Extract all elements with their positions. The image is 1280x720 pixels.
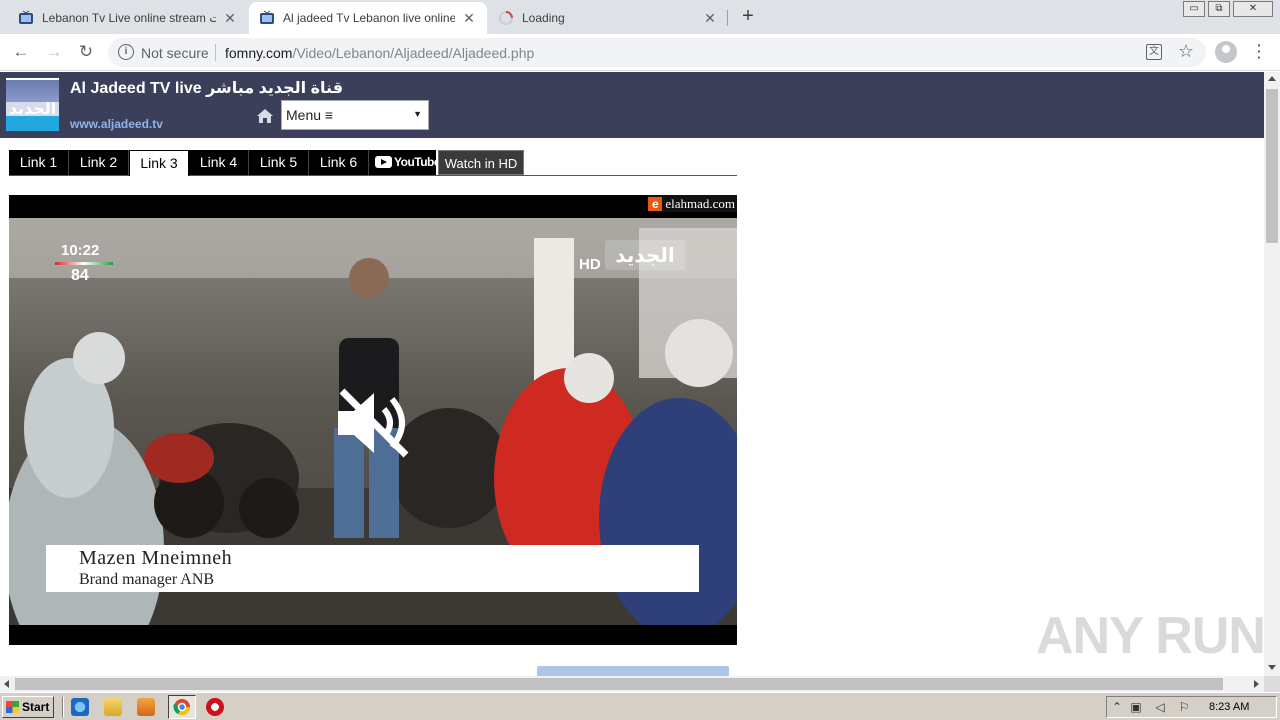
browser-toolbar: ← → ↻ i Not secure fomny.com/Video/Leban… xyxy=(0,34,1280,71)
new-tab-button[interactable]: + xyxy=(737,6,759,28)
tab-title: Lebanon Tv Live online stream قنوات xyxy=(42,11,216,25)
close-tab-icon[interactable]: ✕ xyxy=(461,10,477,27)
tv-favicon-icon xyxy=(18,10,34,26)
volume-icon[interactable]: ◁ xyxy=(1153,700,1167,714)
source-watermark[interactable]: e elahmad.com xyxy=(648,195,737,212)
taskbar-separator xyxy=(62,697,64,717)
menu-dropdown-label: Menu ≡ xyxy=(286,107,334,123)
folder-icon[interactable] xyxy=(104,698,122,716)
stream-link-3[interactable]: Link 3 xyxy=(129,150,189,176)
home-icon[interactable] xyxy=(256,108,274,124)
flag-underline xyxy=(55,262,113,265)
address-bar[interactable]: i Not secure fomny.com/Video/Lebanon/Alj… xyxy=(108,38,1206,67)
chevron-down-icon: ▼ xyxy=(413,109,422,119)
bookmark-star-icon[interactable]: ☆ xyxy=(1178,41,1194,62)
site-title: Al Jadeed TV live قناة الجديد مباشر xyxy=(70,80,344,97)
info-icon[interactable]: i xyxy=(118,44,134,60)
windows-taskbar: Start ⌃ ▣ ◁ ⚐ 8:23 AM xyxy=(0,692,1280,720)
video-frame[interactable]: 10:22 84 HD الجديد Mazen Mneimneh Brand … xyxy=(9,218,737,625)
vertical-scrollbar[interactable] xyxy=(1264,72,1280,676)
tab-title: Al jadeed Tv Lebanon live online stream xyxy=(283,11,455,25)
security-label: Not secure xyxy=(141,45,209,61)
menu-dropdown[interactable]: Menu ≡ ▼ xyxy=(281,100,429,130)
anyrun-watermark: ANY RUN xyxy=(1036,607,1266,665)
opera-icon[interactable] xyxy=(206,698,224,716)
stream-link-2[interactable]: Link 2 xyxy=(69,150,129,175)
scroll-left-icon[interactable] xyxy=(4,680,9,688)
windows-logo-icon xyxy=(6,701,19,713)
scroll-right-icon[interactable] xyxy=(1254,680,1259,688)
network-icon[interactable]: ▣ xyxy=(1129,700,1143,714)
aljadeed-logo[interactable]: الجديد xyxy=(6,78,59,131)
reload-button[interactable]: ↻ xyxy=(75,42,97,64)
close-tab-icon[interactable]: ✕ xyxy=(222,10,238,27)
loading-spinner-icon xyxy=(498,10,514,26)
action-center-flag-icon[interactable]: ⚐ xyxy=(1177,700,1191,714)
media-player-icon[interactable] xyxy=(137,698,155,716)
start-button[interactable]: Start xyxy=(2,696,54,718)
close-window-button[interactable]: ✕ xyxy=(1233,1,1273,17)
start-label: Start xyxy=(22,700,50,714)
omnibox-separator xyxy=(215,44,216,61)
tv-favicon-icon xyxy=(259,10,275,26)
horizontal-scrollbar[interactable] xyxy=(0,676,1264,692)
video-player[interactable]: e elahmad.com 10:22 84 HD الجديد Mazen M… xyxy=(9,195,737,645)
browser-tab-aljadeed[interactable]: Al jadeed Tv Lebanon live online stream … xyxy=(249,2,487,34)
profile-avatar-icon[interactable] xyxy=(1215,41,1237,63)
stream-link-6[interactable]: Link 6 xyxy=(309,150,369,175)
url-host: fomny.com xyxy=(225,45,293,61)
channel-hd-label: HD xyxy=(579,256,601,273)
clock-text: 10:22 xyxy=(61,242,100,259)
browser-menu-icon[interactable]: ⋮ xyxy=(1250,40,1268,64)
partially-visible-button[interactable] xyxy=(537,666,729,676)
lower-third-caption: Mazen Mneimneh Brand manager ANB xyxy=(46,545,699,592)
page-viewport: الجديد Al Jadeed TV live قناة الجديد مبا… xyxy=(0,72,1264,676)
browser-tab-loading[interactable]: Loading ✕ xyxy=(488,2,728,34)
system-tray: ⌃ ▣ ◁ ⚐ 8:23 AM xyxy=(1106,696,1277,718)
stream-link-4[interactable]: Link 4 xyxy=(189,150,249,175)
channel-logo-text: الجديد xyxy=(605,240,685,270)
url-text[interactable]: fomny.com/Video/Lebanon/Aljadeed/Aljadee… xyxy=(225,45,534,61)
tab-separator xyxy=(727,10,728,26)
forward-button[interactable]: → xyxy=(43,42,65,64)
minimize-button[interactable]: ▭ xyxy=(1183,1,1205,17)
logo-text: الجديد xyxy=(6,101,59,117)
browser-tab-strip: Lebanon Tv Live online stream قنوات ✕ Al… xyxy=(0,0,1280,34)
stream-link-1[interactable]: Link 1 xyxy=(9,150,69,175)
horizontal-scroll-thumb[interactable] xyxy=(15,678,1223,690)
stream-link-5[interactable]: Link 5 xyxy=(249,150,309,175)
tv-clock: 10:22 xyxy=(55,242,113,265)
url-path: /Video/Lebanon/Aljadeed/Aljadeed.php xyxy=(292,45,535,61)
caption-role: Brand manager ANB xyxy=(79,571,215,588)
tab-title: Loading xyxy=(522,11,565,25)
scroll-up-icon[interactable] xyxy=(1268,76,1276,81)
stream-link-bar: Link 1 Link 2 Link 3 Link 4 Link 5 Link … xyxy=(9,150,737,176)
translate-icon[interactable]: 文 xyxy=(1146,44,1162,60)
taskbar-clock[interactable]: 8:23 AM xyxy=(1209,701,1249,713)
tray-expand-icon[interactable]: ⌃ xyxy=(1110,700,1124,714)
close-tab-icon[interactable]: ✕ xyxy=(702,10,718,27)
source-domain: elahmad.com xyxy=(665,195,735,211)
site-header: الجديد Al Jadeed TV live قناة الجديد مبا… xyxy=(0,72,1264,138)
browser-tab-lebanon[interactable]: Lebanon Tv Live online stream قنوات ✕ xyxy=(8,2,248,34)
youtube-play-icon xyxy=(375,156,392,168)
scrollbar-corner xyxy=(1264,676,1280,692)
watch-in-hd-button[interactable]: Watch in HD xyxy=(438,150,524,175)
source-badge-icon: e xyxy=(648,196,663,211)
caption-name: Mazen Mneimneh xyxy=(79,547,233,569)
back-button[interactable]: ← xyxy=(10,42,32,64)
internet-explorer-icon[interactable] xyxy=(71,698,89,716)
restore-button[interactable]: ⧉ xyxy=(1208,1,1230,17)
vertical-scroll-thumb[interactable] xyxy=(1266,89,1278,243)
chrome-taskbar-button[interactable] xyxy=(168,695,196,719)
tv-temperature: 84 xyxy=(71,267,89,284)
youtube-label: YouTube xyxy=(394,155,441,169)
youtube-link[interactable]: YouTube xyxy=(369,150,441,175)
muted-speaker-icon[interactable] xyxy=(334,383,414,463)
scroll-down-icon[interactable] xyxy=(1268,665,1276,670)
logo-bottom-band xyxy=(6,116,59,131)
site-url-link[interactable]: www.aljadeed.tv xyxy=(70,117,163,131)
chrome-icon xyxy=(173,699,191,716)
